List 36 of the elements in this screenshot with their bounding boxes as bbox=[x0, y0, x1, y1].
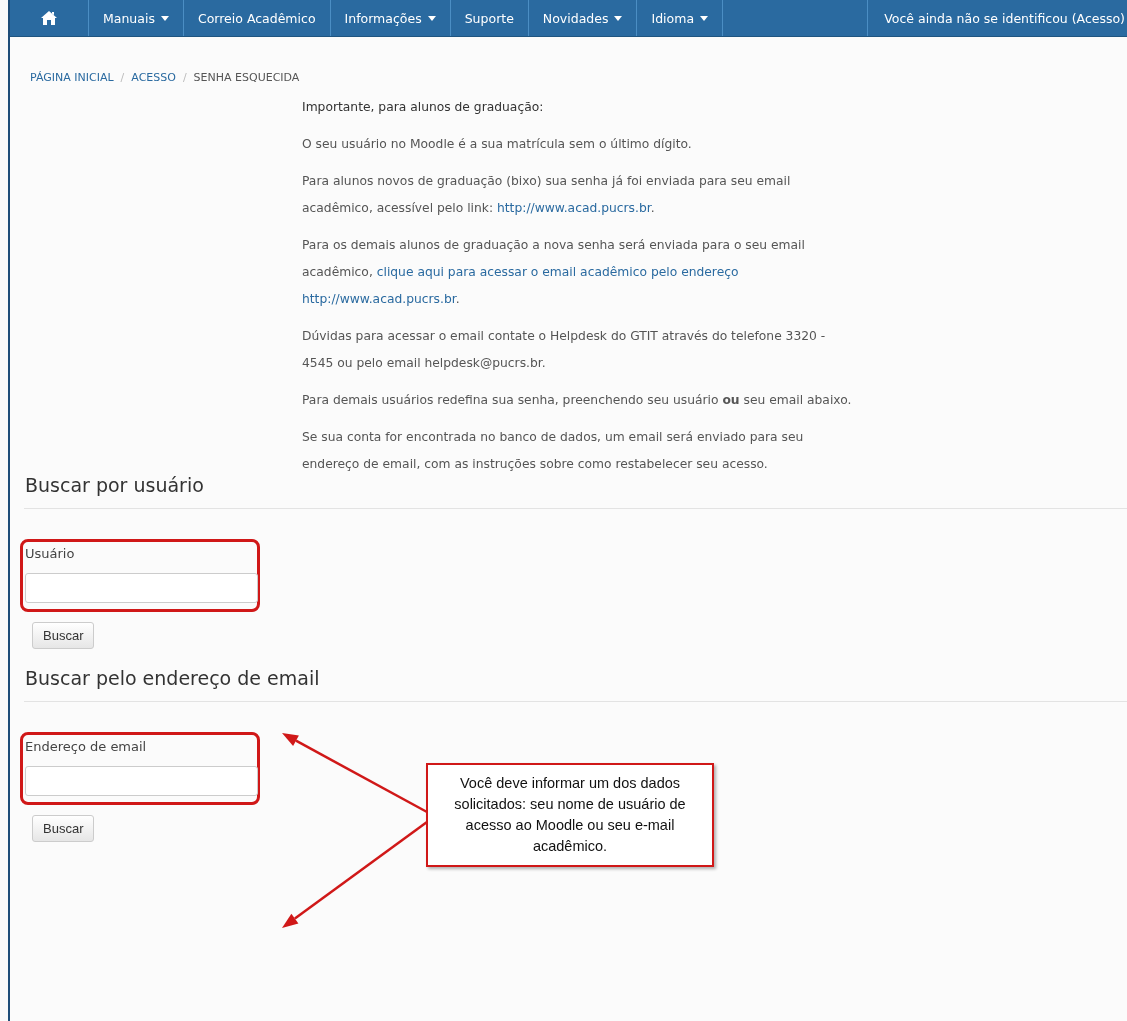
login-status-link[interactable]: Você ainda não se identificou (Acesso) bbox=[867, 0, 1127, 36]
callout-note: Você deve informar um dos dados solicitados: seu nome de usuário de acesso ao Moodle ou seu e-mail acadêmico. bbox=[426, 763, 714, 867]
caret-icon bbox=[700, 15, 709, 21]
home-icon bbox=[41, 11, 57, 25]
breadcrumb-item[interactable]: PÁGINA INICIAL bbox=[30, 71, 114, 84]
info-paragraph: Dúvidas para acessar o email contate o Helpdesk do GTIT através do telefone 3320 - 4545 ou pelo email helpdesk@pucrs.br. bbox=[302, 328, 827, 372]
caret-icon bbox=[427, 15, 436, 21]
caret-icon bbox=[160, 15, 169, 21]
nav-menu-item[interactable]: Manuais bbox=[89, 0, 184, 36]
breadcrumb-separator: / bbox=[120, 71, 125, 84]
breadcrumb-item[interactable]: ACESSO bbox=[131, 71, 176, 84]
field-label: Usuário bbox=[25, 546, 75, 561]
section-heading: Buscar por usuário bbox=[24, 474, 1127, 509]
nav-menu-item[interactable]: Informações bbox=[330, 0, 451, 36]
nav-menu-item[interactable]: Novidades bbox=[528, 0, 638, 36]
section-heading: Buscar pelo endereço de email bbox=[24, 667, 1127, 702]
info-paragraph: Se sua conta for encontrada no banco de dados, um email será enviado para seu endereço de email, com as instruções sobre como restabelecer seu acesso. bbox=[302, 429, 805, 473]
input-field[interactable] bbox=[25, 766, 258, 796]
nav-menu-item[interactable]: Correio Acadêmico bbox=[183, 0, 331, 36]
breadcrumb-separator: / bbox=[182, 71, 187, 84]
breadcrumb-item[interactable]: SENHA ESQUECIDA bbox=[193, 71, 300, 84]
info-paragraph: Para demais usuários redefina sua senha, preenchendo seu usuário ou seu email abaixo. bbox=[302, 392, 853, 409]
info-paragraph: Importante, para alunos de graduação: bbox=[302, 99, 545, 116]
input-field[interactable] bbox=[25, 573, 258, 603]
nav-menu-item[interactable]: Idioma bbox=[637, 0, 724, 36]
search-button[interactable]: Buscar bbox=[32, 622, 95, 649]
info-paragraph: Para alunos novos de graduação (bixo) sua senha já foi enviada para seu email acadêmico, acessível pelo link: http://www.acad.pucrs.br. bbox=[302, 173, 792, 217]
info-paragraph: O seu usuário no Moodle é a sua matrícula sem o último dígito. bbox=[302, 136, 693, 153]
info-paragraph: Para os demais alunos de graduação a nova senha será enviada para o seu email acadêmico, clique aqui para acessar o email acadêmico pelo endereço http://www.acad.pucrs.br. bbox=[302, 237, 806, 308]
search-button[interactable]: Buscar bbox=[32, 815, 95, 842]
email-link[interactable]: http://www.acad.pucrs.br bbox=[497, 201, 651, 215]
field-label: Endereço de email bbox=[25, 739, 147, 754]
nav-menu-item[interactable]: Suporte bbox=[450, 0, 529, 36]
caret-icon bbox=[614, 15, 623, 21]
email-link[interactable]: clique aqui para acessar o email acadêmico pelo endereço bbox=[376, 265, 739, 279]
email-link[interactable]: http://www.acad.pucrs.br bbox=[302, 292, 456, 306]
